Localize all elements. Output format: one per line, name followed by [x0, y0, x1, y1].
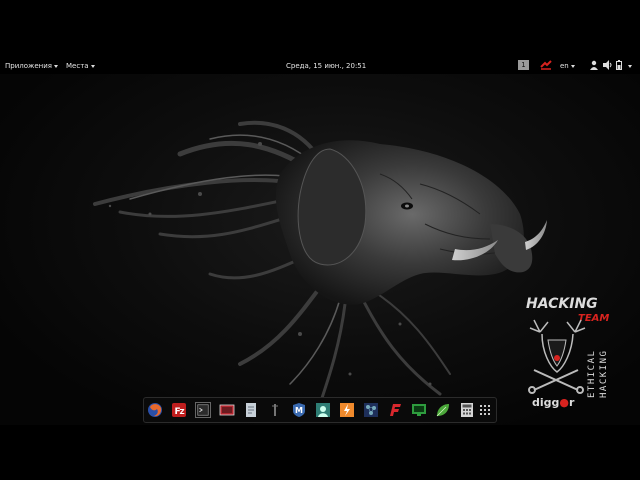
- svg-text:M: M: [295, 406, 303, 415]
- terminal-icon[interactable]: [195, 402, 211, 418]
- tool-icon[interactable]: [267, 402, 283, 418]
- chevron-down-icon: [628, 64, 632, 68]
- monitor-icon[interactable]: [411, 402, 427, 418]
- keyboard-layout-label: en: [560, 62, 569, 70]
- armitage-icon[interactable]: [315, 402, 331, 418]
- calculator-icon[interactable]: [459, 402, 475, 418]
- chevron-down-icon: [570, 64, 575, 68]
- applications-label: Приложения: [5, 62, 52, 70]
- svg-text:Z: Z: [180, 408, 185, 416]
- leaf-icon[interactable]: [435, 402, 451, 418]
- firefox-icon[interactable]: [147, 402, 163, 418]
- chevron-down-icon: [53, 64, 58, 68]
- burp-icon[interactable]: [339, 402, 355, 418]
- places-menu[interactable]: Места: [66, 61, 95, 71]
- chevron-down-icon: [90, 64, 95, 68]
- hacking-team-logo: HACKING TEAM digg●r ETHICAL HACKING: [520, 292, 620, 412]
- image-viewer-icon[interactable]: [219, 402, 235, 418]
- logo-text-ethical: ETHICAL: [587, 350, 597, 398]
- filezilla-icon[interactable]: FZ: [171, 402, 187, 418]
- logo-text-hacking-vertical: HACKING: [599, 350, 609, 398]
- faraday-icon[interactable]: [387, 402, 403, 418]
- keyboard-layout[interactable]: en: [560, 61, 575, 71]
- bottom-letterbox: [0, 425, 640, 480]
- dock: FZ M: [143, 397, 497, 423]
- top-panel: Приложения Места Среда, 15 июн., 20:51 1…: [0, 58, 640, 74]
- logo-text-hacking: HACKING: [526, 296, 598, 312]
- metasploit-icon[interactable]: M: [291, 402, 307, 418]
- clock[interactable]: Среда, 15 июн., 20:51: [286, 61, 366, 71]
- logo-text-team: TEAM: [578, 313, 609, 324]
- battery-icon[interactable]: [616, 60, 622, 73]
- applications-menu[interactable]: Приложения: [5, 61, 58, 71]
- logo-text-digger: digg●r: [532, 396, 575, 409]
- workspace-indicator[interactable]: 1: [518, 60, 529, 70]
- volume-icon[interactable]: [603, 60, 612, 73]
- app-grid-icon[interactable]: [477, 402, 493, 418]
- user-icon[interactable]: [590, 60, 598, 73]
- text-editor-icon[interactable]: [243, 402, 259, 418]
- system-menu[interactable]: [626, 61, 632, 71]
- maltego-icon[interactable]: [363, 402, 379, 418]
- network-activity-icon[interactable]: [540, 60, 552, 73]
- places-label: Места: [66, 62, 89, 70]
